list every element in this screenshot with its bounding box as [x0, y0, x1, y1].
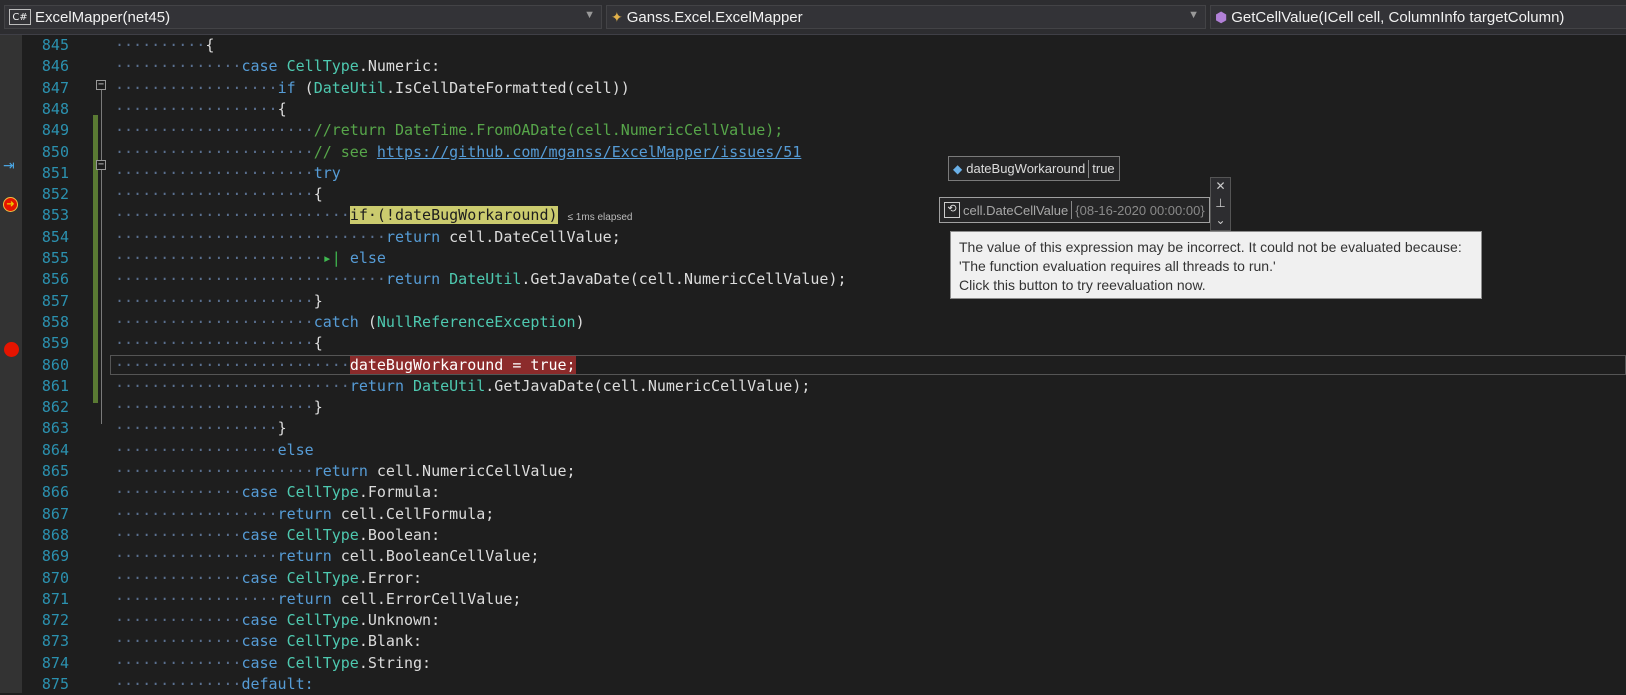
code-line[interactable]: 845 ··········{ [0, 35, 1626, 56]
line-number: 873 [41, 632, 69, 651]
line-number: 869 [41, 547, 69, 566]
line-number: 865 [41, 462, 69, 480]
line-number: 853 [41, 206, 69, 225]
line-number: 846 [41, 57, 69, 76]
member-dropdown[interactable]: ⬢ GetCellValue(ICell cell, ColumnInfo ta… [1210, 5, 1626, 29]
datatip-datecellvalue[interactable]: ⟲ cell.DateCellValue {08-16-2020 00:00:0… [939, 197, 1210, 223]
current-statement-highlight: if·(!dateBugWorkaround) [349, 206, 558, 225]
datatip-value[interactable]: {08-16-2020 00:00:00} [1075, 203, 1204, 218]
tooltip-line: Click this button to try reevaluation no… [959, 277, 1206, 293]
line-number: 845 [41, 36, 69, 54]
line-number: 861 [41, 376, 69, 395]
line-number: 848 [41, 99, 69, 118]
line-number: 851 [41, 163, 69, 182]
code-line[interactable]: 871 ··················return cell.ErrorC… [0, 589, 1626, 610]
issue-link[interactable]: https://github.com/mganss/ExcelMapper/is… [377, 143, 801, 161]
code-line[interactable]: 851 ······················try [0, 163, 1626, 184]
datatip-separator [1071, 201, 1073, 219]
reevaluate-icon[interactable]: ⟲ [944, 202, 960, 218]
class-icon: ✦ [611, 8, 623, 25]
code-line[interactable]: 852 ······················{ [0, 184, 1626, 205]
line-number: 864 [41, 440, 69, 459]
code-line[interactable]: 872 ··············case CellType.Unknown: [0, 610, 1626, 631]
chevron-down-icon: ▼ [1188, 9, 1199, 21]
code-editor[interactable]: − − ⇥ ➜ 845 ··········{ 846 ············… [0, 35, 1626, 693]
tooltip-line: The value of this expression may be inco… [959, 239, 1462, 255]
line-number: 859 [41, 334, 69, 353]
field-icon: ◆ [953, 161, 963, 176]
code-line[interactable]: 859 ······················{ [0, 333, 1626, 354]
line-number: 852 [41, 185, 69, 204]
navigation-bar: C# ExcelMapper(net45) ▼ ✦ Ganss.Excel.Ex… [0, 0, 1626, 35]
code-line[interactable]: 875 ··············default: [0, 674, 1626, 695]
code-line[interactable]: 865 ······················return cell.Nu… [0, 461, 1626, 482]
line-number: 860 [41, 355, 69, 374]
line-number: 854 [41, 227, 69, 246]
code-line[interactable]: 867 ··················return cell.CellFo… [0, 504, 1626, 525]
chevron-down-icon: ▼ [584, 9, 595, 21]
type-label: Ganss.Excel.ExcelMapper [626, 8, 803, 26]
code-line[interactable]: 861 ··························return Dat… [0, 376, 1626, 397]
line-number: 871 [41, 589, 69, 608]
datatip-controls: ✕ ⊥ ⌄ [1210, 177, 1231, 231]
project-label: ExcelMapper(net45) [35, 8, 171, 26]
code-line[interactable]: 866 ··············case CellType.Formula: [0, 482, 1626, 503]
line-number: 850 [41, 142, 69, 161]
datatip-name: dateBugWorkaround [966, 161, 1086, 176]
expand-comments-icon[interactable]: ⌄ [1215, 212, 1225, 229]
code-line[interactable]: 863 ··················} [0, 418, 1626, 439]
line-number: 847 [41, 78, 69, 97]
code-line[interactable]: 873 ··············case CellType.Blank: [0, 631, 1626, 652]
breakpoint-line[interactable]: 860 ··························dateBugWor… [0, 354, 1626, 376]
line-number: 855 [41, 249, 69, 267]
line-number: 875 [41, 675, 69, 693]
line-number: 856 [41, 270, 69, 289]
tooltip-line: 'The function evaluation requires all th… [959, 258, 1276, 274]
code-line[interactable]: 862 ······················} [0, 397, 1626, 418]
code-line[interactable]: 869 ··················return cell.Boolea… [0, 546, 1626, 567]
method-icon: ⬢ [1215, 8, 1228, 25]
code-line[interactable]: 870 ··············case CellType.Error: [0, 568, 1626, 589]
reevaluate-tooltip: The value of this expression may be inco… [950, 231, 1482, 299]
datatip-separator [1088, 159, 1090, 178]
datatip-name: cell.DateCellValue [963, 202, 1069, 218]
line-number: 868 [41, 525, 69, 544]
code-line[interactable]: 850 ······················// see https:/… [0, 142, 1626, 163]
line-number: 857 [41, 291, 69, 310]
csharp-project-icon: C# [9, 9, 31, 25]
datatip-value[interactable]: true [1092, 161, 1114, 176]
code-line[interactable]: 848 ··················{ [0, 99, 1626, 120]
code-line[interactable]: 849 ······················//return DateT… [0, 120, 1626, 141]
type-dropdown[interactable]: ✦ Ganss.Excel.ExcelMapper ▼ [606, 5, 1206, 29]
code-line[interactable]: 874 ··············case CellType.String: [0, 653, 1626, 674]
line-number: 849 [41, 121, 69, 140]
pin-icon[interactable]: ⊥ [1215, 195, 1225, 212]
code-line[interactable]: 868 ··············case CellType.Boolean: [0, 525, 1626, 546]
code-line[interactable]: 858 ······················catch (NullRef… [0, 312, 1626, 333]
breakpoint-highlight: dateBugWorkaround = true; [349, 355, 576, 374]
member-label: GetCellValue(ICell cell, ColumnInfo targ… [1231, 8, 1565, 26]
code-line[interactable]: 864 ··················else [0, 440, 1626, 461]
line-number: 874 [41, 653, 69, 672]
line-number: 872 [41, 611, 69, 630]
code-line[interactable]: 847 ··················if (DateUtil.IsCel… [0, 78, 1626, 99]
line-number: 862 [41, 398, 69, 417]
run-to-click-icon[interactable]: ▸| [323, 249, 341, 267]
project-dropdown[interactable]: C# ExcelMapper(net45) ▼ [4, 5, 602, 29]
line-number: 867 [41, 504, 69, 523]
close-icon[interactable]: ✕ [1215, 178, 1225, 195]
line-number: 870 [41, 568, 69, 587]
code-line[interactable]: 846 ··············case CellType.Numeric: [0, 56, 1626, 77]
datatip-datebugworkaround[interactable]: ◆ dateBugWorkaround true [948, 156, 1120, 181]
current-statement-line[interactable]: 853 ··························if·(!dateB… [0, 205, 1626, 226]
line-number: 866 [41, 483, 69, 502]
line-number: 863 [41, 419, 69, 438]
perftip-elapsed[interactable]: ≤ 1ms elapsed [568, 212, 633, 223]
line-number: 858 [41, 312, 69, 331]
